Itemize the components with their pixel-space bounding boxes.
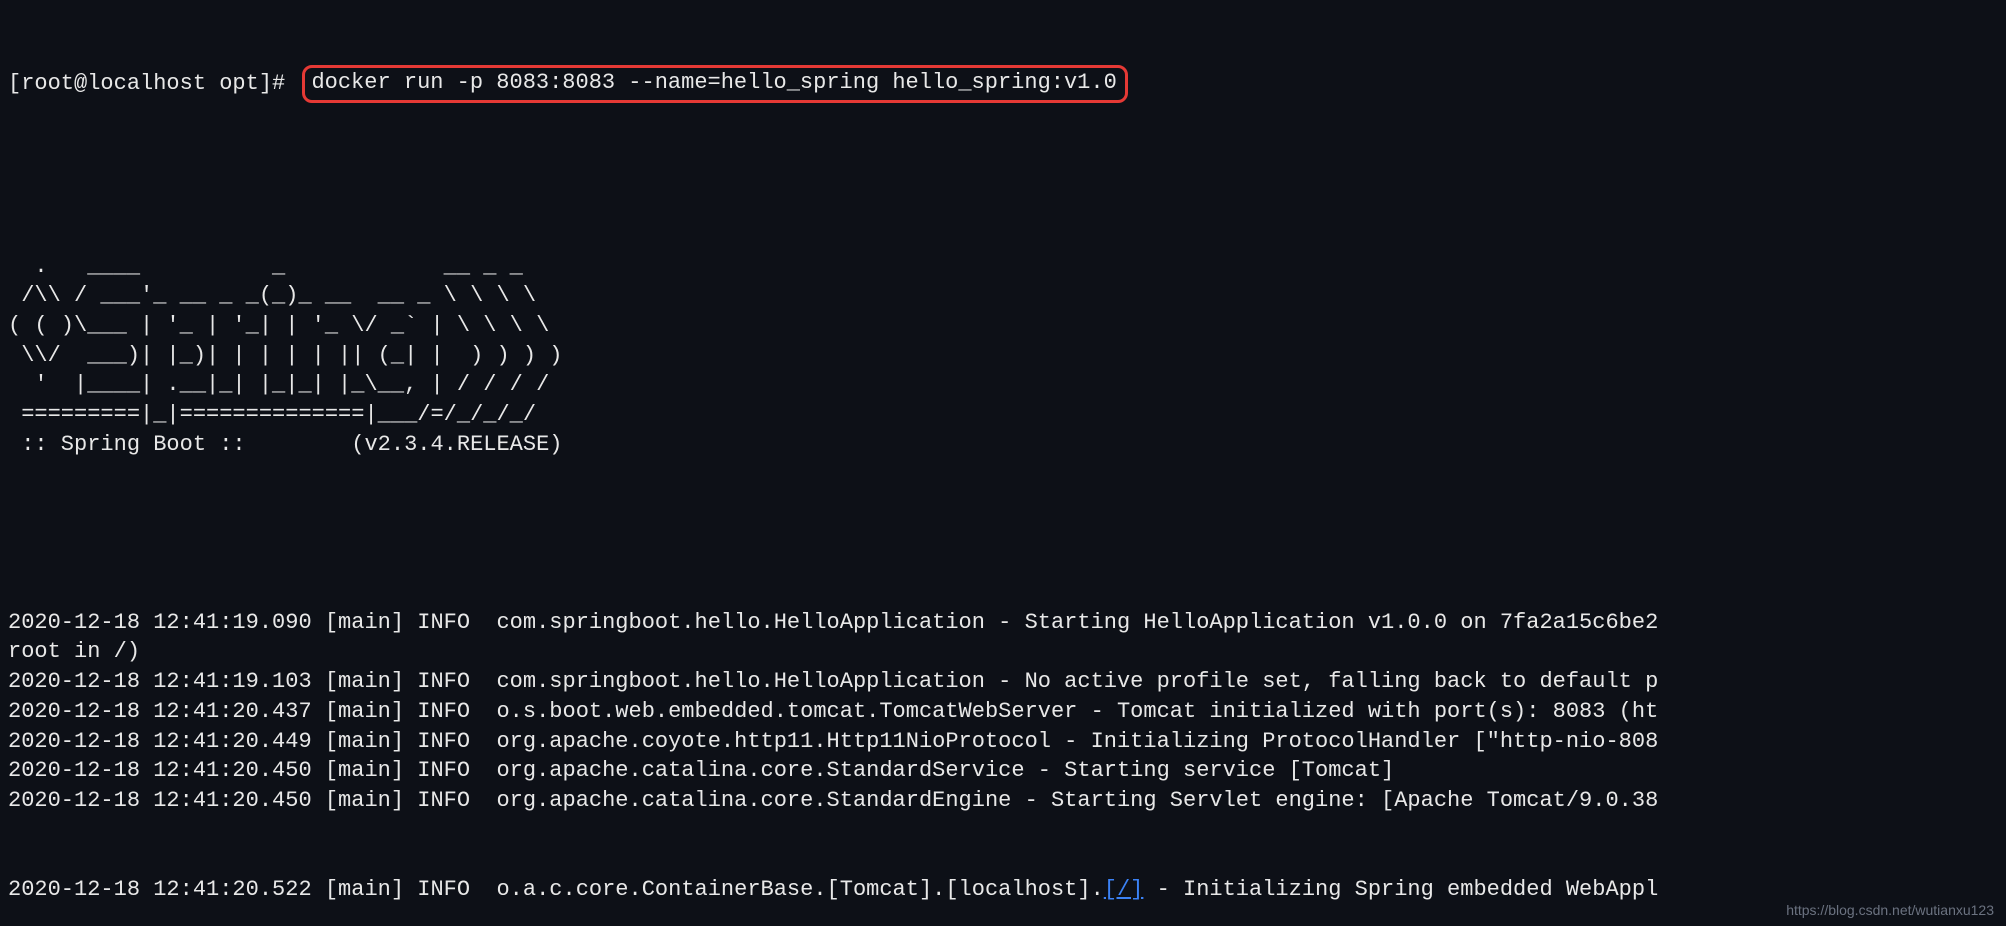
log-text-post: - Initializing Spring embedded WebAppl	[1143, 877, 1658, 902]
highlighted-command: docker run -p 8083:8083 --name=hello_spr…	[302, 65, 1127, 103]
log-text-pre: 2020-12-18 12:41:20.522 [main] INFO o.a.…	[8, 877, 1104, 902]
terminal-window[interactable]: [root@localhost opt]# docker run -p 8083…	[0, 0, 2006, 926]
blank-line	[8, 162, 1998, 192]
spring-boot-banner: . ____ _ __ _ _ /\\ / ___'_ __ _ _(_)_ _…	[8, 252, 1998, 460]
watermark-text: https://blog.csdn.net/wutianxu123	[1786, 901, 1994, 920]
log-line-with-link: 2020-12-18 12:41:20.522 [main] INFO o.a.…	[8, 875, 1998, 905]
log-output-top: 2020-12-18 12:41:19.090 [main] INFO com.…	[8, 608, 1998, 816]
blank-line	[8, 519, 1998, 549]
command-prompt-line: [root@localhost opt]# docker run -p 8083…	[8, 65, 1998, 103]
shell-prompt: [root@localhost opt]#	[8, 69, 298, 99]
root-path-link[interactable]: [/]	[1104, 877, 1144, 902]
